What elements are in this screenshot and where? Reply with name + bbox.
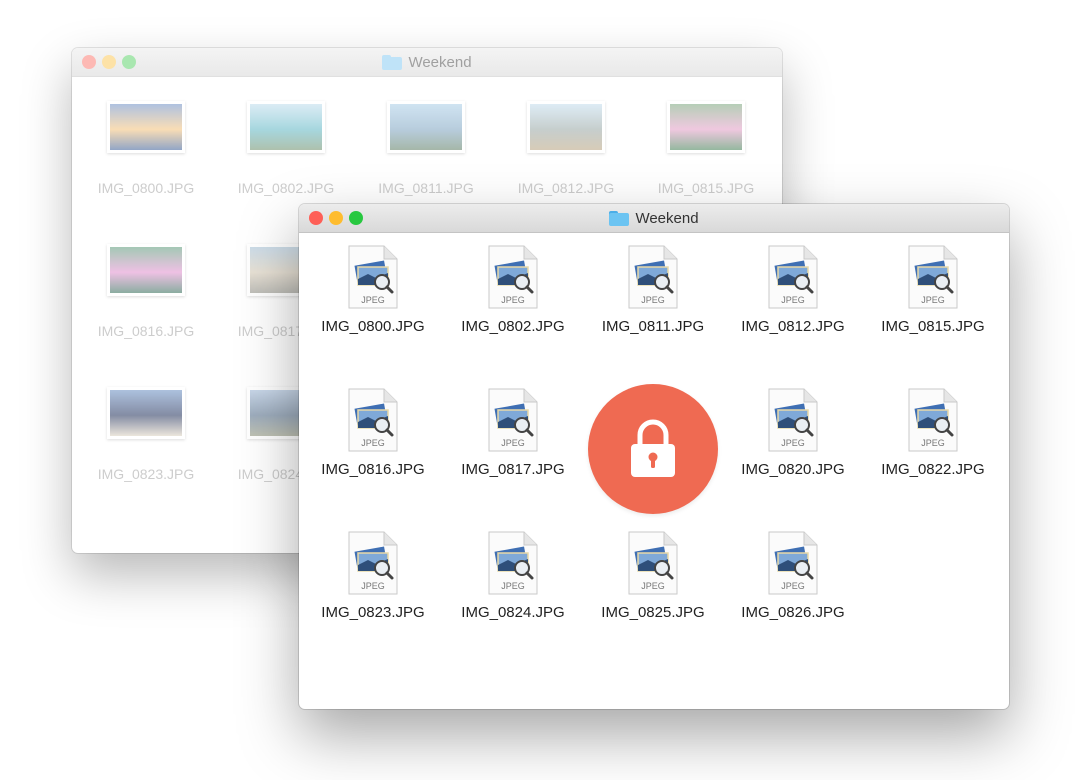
file-item[interactable]: IMG_0823.JPG [76, 387, 216, 482]
file-item[interactable]: IMG_0800.JPG [76, 101, 216, 196]
file-name: IMG_0822.JPG [881, 461, 985, 478]
file-type-label: JPEG [501, 581, 525, 591]
file-name: IMG_0800.JPG [97, 180, 195, 196]
file-name: IMG_0826.JPG [741, 604, 845, 621]
file-name: IMG_0820.JPG [741, 461, 845, 478]
file-item[interactable]: JPEG IMG_0800.JPG [303, 245, 443, 335]
file-item[interactable]: JPEG IMG_0812.JPG [723, 245, 863, 335]
file-item[interactable]: IMG_0816.JPG [76, 244, 216, 339]
jpeg-document-icon: JPEG [764, 388, 822, 452]
back-window-titlebar[interactable]: Weekend [72, 48, 782, 77]
window-title: Weekend [408, 53, 472, 71]
file-type-label: JPEG [921, 295, 945, 305]
jpeg-document-icon: JPEG [344, 531, 402, 595]
file-name: IMG_0815.JPG [881, 318, 985, 335]
file-type-label: JPEG [921, 438, 945, 448]
file-type-label: JPEG [501, 438, 525, 448]
photo-thumbnail [107, 101, 185, 153]
file-name: IMG_0811.JPG [378, 180, 474, 196]
lock-badge [588, 384, 718, 514]
file-item[interactable]: JPEG IMG_0823.JPG [303, 531, 443, 621]
file-type-label: JPEG [641, 295, 665, 305]
file-type-label: JPEG [781, 438, 805, 448]
jpeg-document-icon: JPEG [484, 245, 542, 309]
file-name: IMG_0817.JPG [461, 461, 565, 478]
photo-thumbnail [527, 101, 605, 153]
jpeg-document-icon: JPEG [484, 388, 542, 452]
window-title: Weekend [635, 209, 699, 227]
file-item[interactable]: JPEG IMG_0826.JPG [723, 531, 863, 621]
jpeg-document-icon: JPEG [764, 245, 822, 309]
jpeg-document-icon: JPEG [904, 245, 962, 309]
file-type-label: JPEG [361, 438, 385, 448]
file-name: IMG_0811.JPG [601, 318, 705, 335]
file-type-label: JPEG [361, 295, 385, 305]
file-name: IMG_0823.JPG [321, 604, 425, 621]
lock-icon [631, 419, 675, 477]
file-item[interactable]: JPEG IMG_0820.JPG [723, 388, 863, 478]
jpeg-document-icon: JPEG [624, 531, 682, 595]
jpeg-document-icon: JPEG [344, 388, 402, 452]
file-item[interactable]: JPEG IMG_0817.JPG [443, 388, 583, 478]
photo-thumbnail [667, 101, 745, 153]
file-name: IMG_0812.JPG [517, 180, 615, 196]
file-name: IMG_0816.JPG [321, 461, 425, 478]
folder-icon [609, 210, 630, 226]
photo-thumbnail [107, 244, 185, 296]
file-item[interactable]: JPEG IMG_0824.JPG [443, 531, 583, 621]
file-item[interactable]: JPEG IMG_0802.JPG [443, 245, 583, 335]
jpeg-document-icon: JPEG [484, 531, 542, 595]
file-item[interactable]: IMG_0811.JPG [356, 101, 496, 196]
file-name: IMG_0802.JPG [237, 180, 335, 196]
jpeg-document-icon: JPEG [764, 531, 822, 595]
front-window-titlebar[interactable]: Weekend [299, 204, 1009, 233]
file-item[interactable]: IMG_0812.JPG [496, 101, 636, 196]
file-item[interactable]: IMG_0802.JPG [216, 101, 356, 196]
jpeg-document-icon: JPEG [904, 388, 962, 452]
file-item[interactable]: JPEG IMG_0816.JPG [303, 388, 443, 478]
jpeg-document-icon: JPEG [344, 245, 402, 309]
photo-thumbnail [107, 387, 185, 439]
file-name: IMG_0823.JPG [97, 466, 195, 482]
folder-icon [382, 54, 403, 70]
photo-thumbnail [247, 101, 325, 153]
photo-thumbnail [387, 101, 465, 153]
file-type-label: JPEG [781, 295, 805, 305]
file-name: IMG_0824.JPG [461, 604, 565, 621]
file-type-label: JPEG [781, 581, 805, 591]
file-name: IMG_0812.JPG [741, 318, 845, 335]
file-item[interactable]: JPEG IMG_0822.JPG [863, 388, 1003, 478]
file-name: IMG_0815.JPG [657, 180, 755, 196]
file-item[interactable]: JPEG IMG_0825.JPG [583, 531, 723, 621]
file-name: IMG_0802.JPG [461, 318, 565, 335]
file-type-label: JPEG [641, 581, 665, 591]
jpeg-document-icon: JPEG [624, 245, 682, 309]
file-name: IMG_0816.JPG [97, 323, 195, 339]
file-name: IMG_0800.JPG [321, 318, 425, 335]
file-type-label: JPEG [361, 581, 385, 591]
file-item[interactable]: JPEG IMG_0815.JPG [863, 245, 1003, 335]
file-item[interactable]: IMG_0815.JPG [636, 101, 776, 196]
file-name: IMG_0825.JPG [601, 604, 705, 621]
file-item[interactable]: JPEG IMG_0811.JPG [583, 245, 723, 335]
file-type-label: JPEG [501, 295, 525, 305]
